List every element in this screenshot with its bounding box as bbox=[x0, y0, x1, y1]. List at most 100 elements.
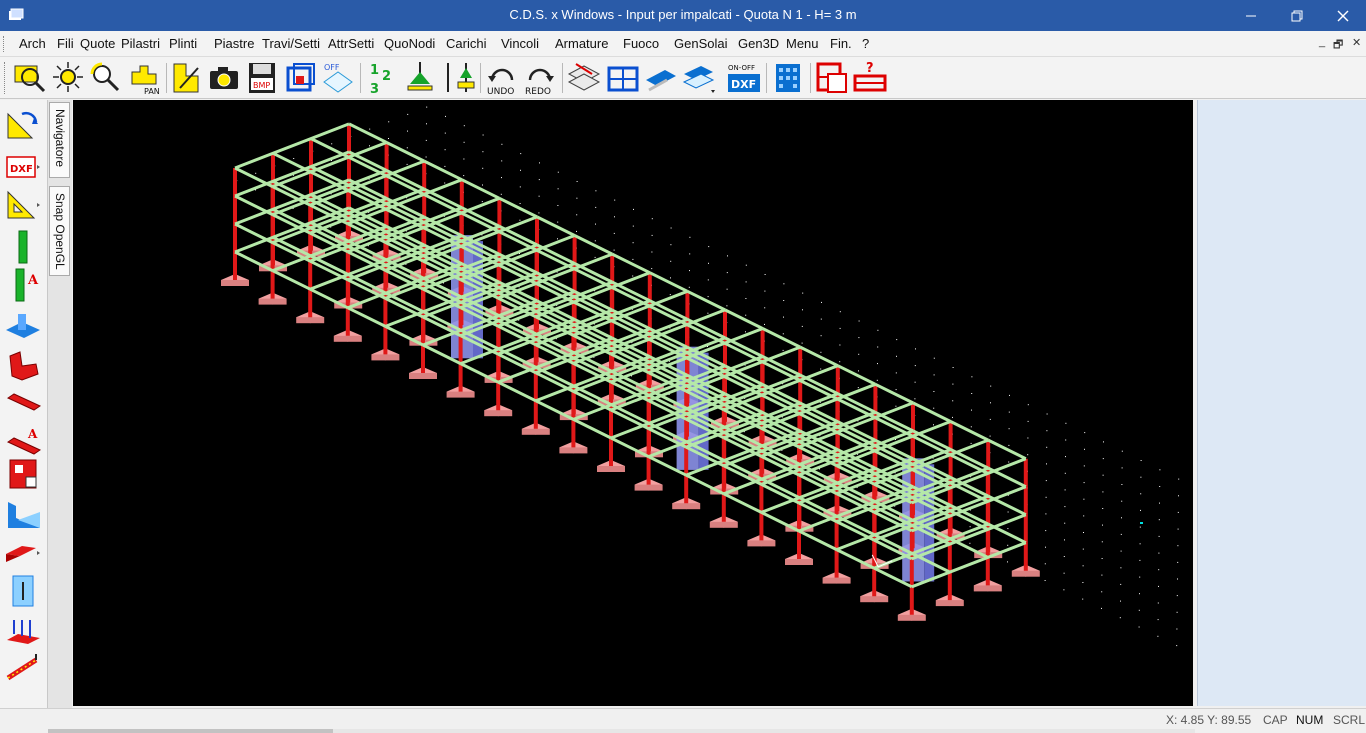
beam-longitudinal bbox=[309, 287, 349, 310]
toolbar-grip[interactable] bbox=[4, 62, 7, 94]
section-tool[interactable] bbox=[4, 574, 42, 608]
beam-attributes-tool[interactable]: A bbox=[4, 424, 42, 458]
building-icon bbox=[776, 64, 800, 92]
query-elements-button[interactable]: ? bbox=[852, 60, 888, 96]
menu-attrsetti[interactable]: AttrSetti bbox=[328, 36, 374, 51]
menu-bar: Arch Fili Quote Pilastri Plinti Piastre … bbox=[0, 31, 1366, 57]
footing-icon bbox=[6, 314, 40, 338]
menu-fuoco[interactable]: Fuoco bbox=[623, 36, 659, 51]
menu-grip[interactable] bbox=[3, 36, 6, 52]
mdi-minimize-button[interactable]: _ bbox=[1319, 36, 1325, 48]
beam-tool[interactable] bbox=[4, 386, 42, 420]
zoom-previous-button[interactable] bbox=[88, 60, 124, 96]
beam-longitudinal bbox=[835, 548, 875, 570]
tab-navigatore[interactable]: Navigatore bbox=[49, 102, 70, 178]
tab-navigatore-label: Navigatore bbox=[53, 109, 67, 168]
svg-text:UNDO: UNDO bbox=[487, 87, 514, 96]
menu-plinti[interactable]: Plinti bbox=[169, 36, 197, 51]
beam-longitudinal bbox=[423, 159, 463, 182]
numbering-icon: 1 23 bbox=[370, 63, 391, 97]
plate-tool[interactable] bbox=[4, 348, 42, 382]
svg-text:OFF: OFF bbox=[324, 63, 340, 72]
scrollbar-thumb[interactable] bbox=[48, 729, 333, 733]
beam-longitudinal bbox=[384, 325, 424, 347]
mdi-close-button[interactable]: ✕ bbox=[1352, 36, 1361, 49]
beam-longitudinal bbox=[573, 234, 613, 256]
svg-text:2: 2 bbox=[382, 69, 391, 84]
mdi-restore-button[interactable]: 🗗 bbox=[1333, 36, 1343, 55]
stair-tool[interactable] bbox=[4, 650, 42, 684]
menu-help[interactable]: ? bbox=[862, 36, 869, 51]
menu-pilastri[interactable]: Pilastri bbox=[121, 36, 160, 51]
footing-side bbox=[221, 280, 249, 286]
stair-wall-tool[interactable] bbox=[4, 498, 42, 532]
menu-menu[interactable]: Menu bbox=[786, 36, 819, 51]
set-square-rotate-tool[interactable] bbox=[4, 108, 42, 142]
menu-travi-setti[interactable]: Travi/Setti bbox=[262, 36, 320, 51]
horizontal-scrollbar[interactable] bbox=[48, 729, 1195, 733]
slab-layers-button[interactable] bbox=[566, 60, 602, 96]
slab-button[interactable] bbox=[643, 60, 679, 96]
footing-side bbox=[371, 354, 400, 361]
menu-piastre[interactable]: Piastre bbox=[214, 36, 254, 51]
menu-armature[interactable]: Armature bbox=[555, 36, 608, 51]
svg-text:DXF: DXF bbox=[731, 78, 756, 91]
footing-side bbox=[634, 484, 663, 491]
node-constraints-button[interactable] bbox=[440, 60, 476, 96]
left-toolbar: DXF A A bbox=[0, 100, 48, 708]
slab-dropdown-button[interactable] bbox=[681, 60, 717, 96]
frames-button[interactable] bbox=[605, 60, 641, 96]
slab-layers-icon bbox=[567, 63, 601, 91]
pan-button[interactable]: PAN bbox=[126, 60, 162, 96]
menu-quote[interactable]: Quote bbox=[80, 36, 115, 51]
redo-icon: REDO bbox=[525, 68, 554, 97]
menu-gensolai[interactable]: GenSolai bbox=[674, 36, 727, 51]
set-square-tool[interactable] bbox=[4, 188, 42, 222]
grid-off-button[interactable]: OFF bbox=[320, 60, 356, 96]
column-attributes-tool[interactable]: A bbox=[4, 268, 42, 302]
footing-side bbox=[333, 335, 362, 342]
building-view-button[interactable] bbox=[770, 60, 806, 96]
slab-edge-tool[interactable] bbox=[4, 536, 42, 570]
frame-icon bbox=[286, 63, 315, 92]
zoom-window-button[interactable] bbox=[12, 60, 48, 96]
3d-viewport[interactable] bbox=[73, 100, 1193, 706]
menu-arch[interactable]: Arch bbox=[19, 36, 46, 51]
svg-text:?: ? bbox=[866, 61, 874, 76]
menu-vincoli[interactable]: Vincoli bbox=[501, 36, 539, 51]
column-tool[interactable] bbox=[4, 230, 42, 264]
menu-fin[interactable]: Fin. bbox=[830, 36, 852, 51]
3d-view-button[interactable] bbox=[170, 60, 206, 96]
footing-tool[interactable] bbox=[4, 308, 42, 342]
close-button[interactable] bbox=[1320, 0, 1366, 31]
zoom-window-icon bbox=[14, 65, 46, 93]
menu-gen3d[interactable]: Gen3D bbox=[738, 36, 779, 51]
constraints-button[interactable] bbox=[402, 60, 438, 96]
numbering-button[interactable]: 123 bbox=[364, 60, 400, 97]
undo-button[interactable]: UNDO bbox=[484, 60, 520, 97]
beam-longitudinal bbox=[649, 271, 689, 293]
dxf-onoff-button[interactable]: ON-OFF DXF bbox=[726, 60, 762, 96]
svg-text:ON-OFF: ON-OFF bbox=[728, 64, 755, 72]
footing-side bbox=[672, 503, 701, 510]
snapshot-button[interactable] bbox=[206, 60, 242, 96]
import-dxf-tool[interactable]: DXF bbox=[4, 150, 42, 184]
beam-icon bbox=[6, 393, 42, 411]
wall-lock-tool[interactable] bbox=[4, 458, 42, 492]
beam-longitudinal bbox=[760, 511, 800, 533]
menu-fili[interactable]: Fili bbox=[57, 36, 74, 51]
query-elements-icon: ? bbox=[853, 61, 887, 92]
frame-elements-button[interactable] bbox=[814, 60, 850, 96]
frame-view-button[interactable] bbox=[283, 60, 319, 96]
menu-quonodi[interactable]: QuoNodi bbox=[384, 36, 435, 51]
save-bmp-button[interactable]: BMP bbox=[244, 60, 280, 96]
load-tool[interactable] bbox=[4, 614, 42, 648]
structure-model-3d[interactable] bbox=[73, 100, 1193, 706]
zoom-all-button[interactable] bbox=[50, 60, 86, 96]
minimize-button[interactable] bbox=[1228, 0, 1274, 31]
tab-snap-opengl[interactable]: Snap OpenGL bbox=[49, 186, 70, 276]
restore-button[interactable] bbox=[1274, 0, 1320, 31]
menu-carichi[interactable]: Carichi bbox=[446, 36, 486, 51]
redo-button[interactable]: REDO bbox=[522, 60, 558, 97]
plate-icon bbox=[9, 351, 39, 381]
